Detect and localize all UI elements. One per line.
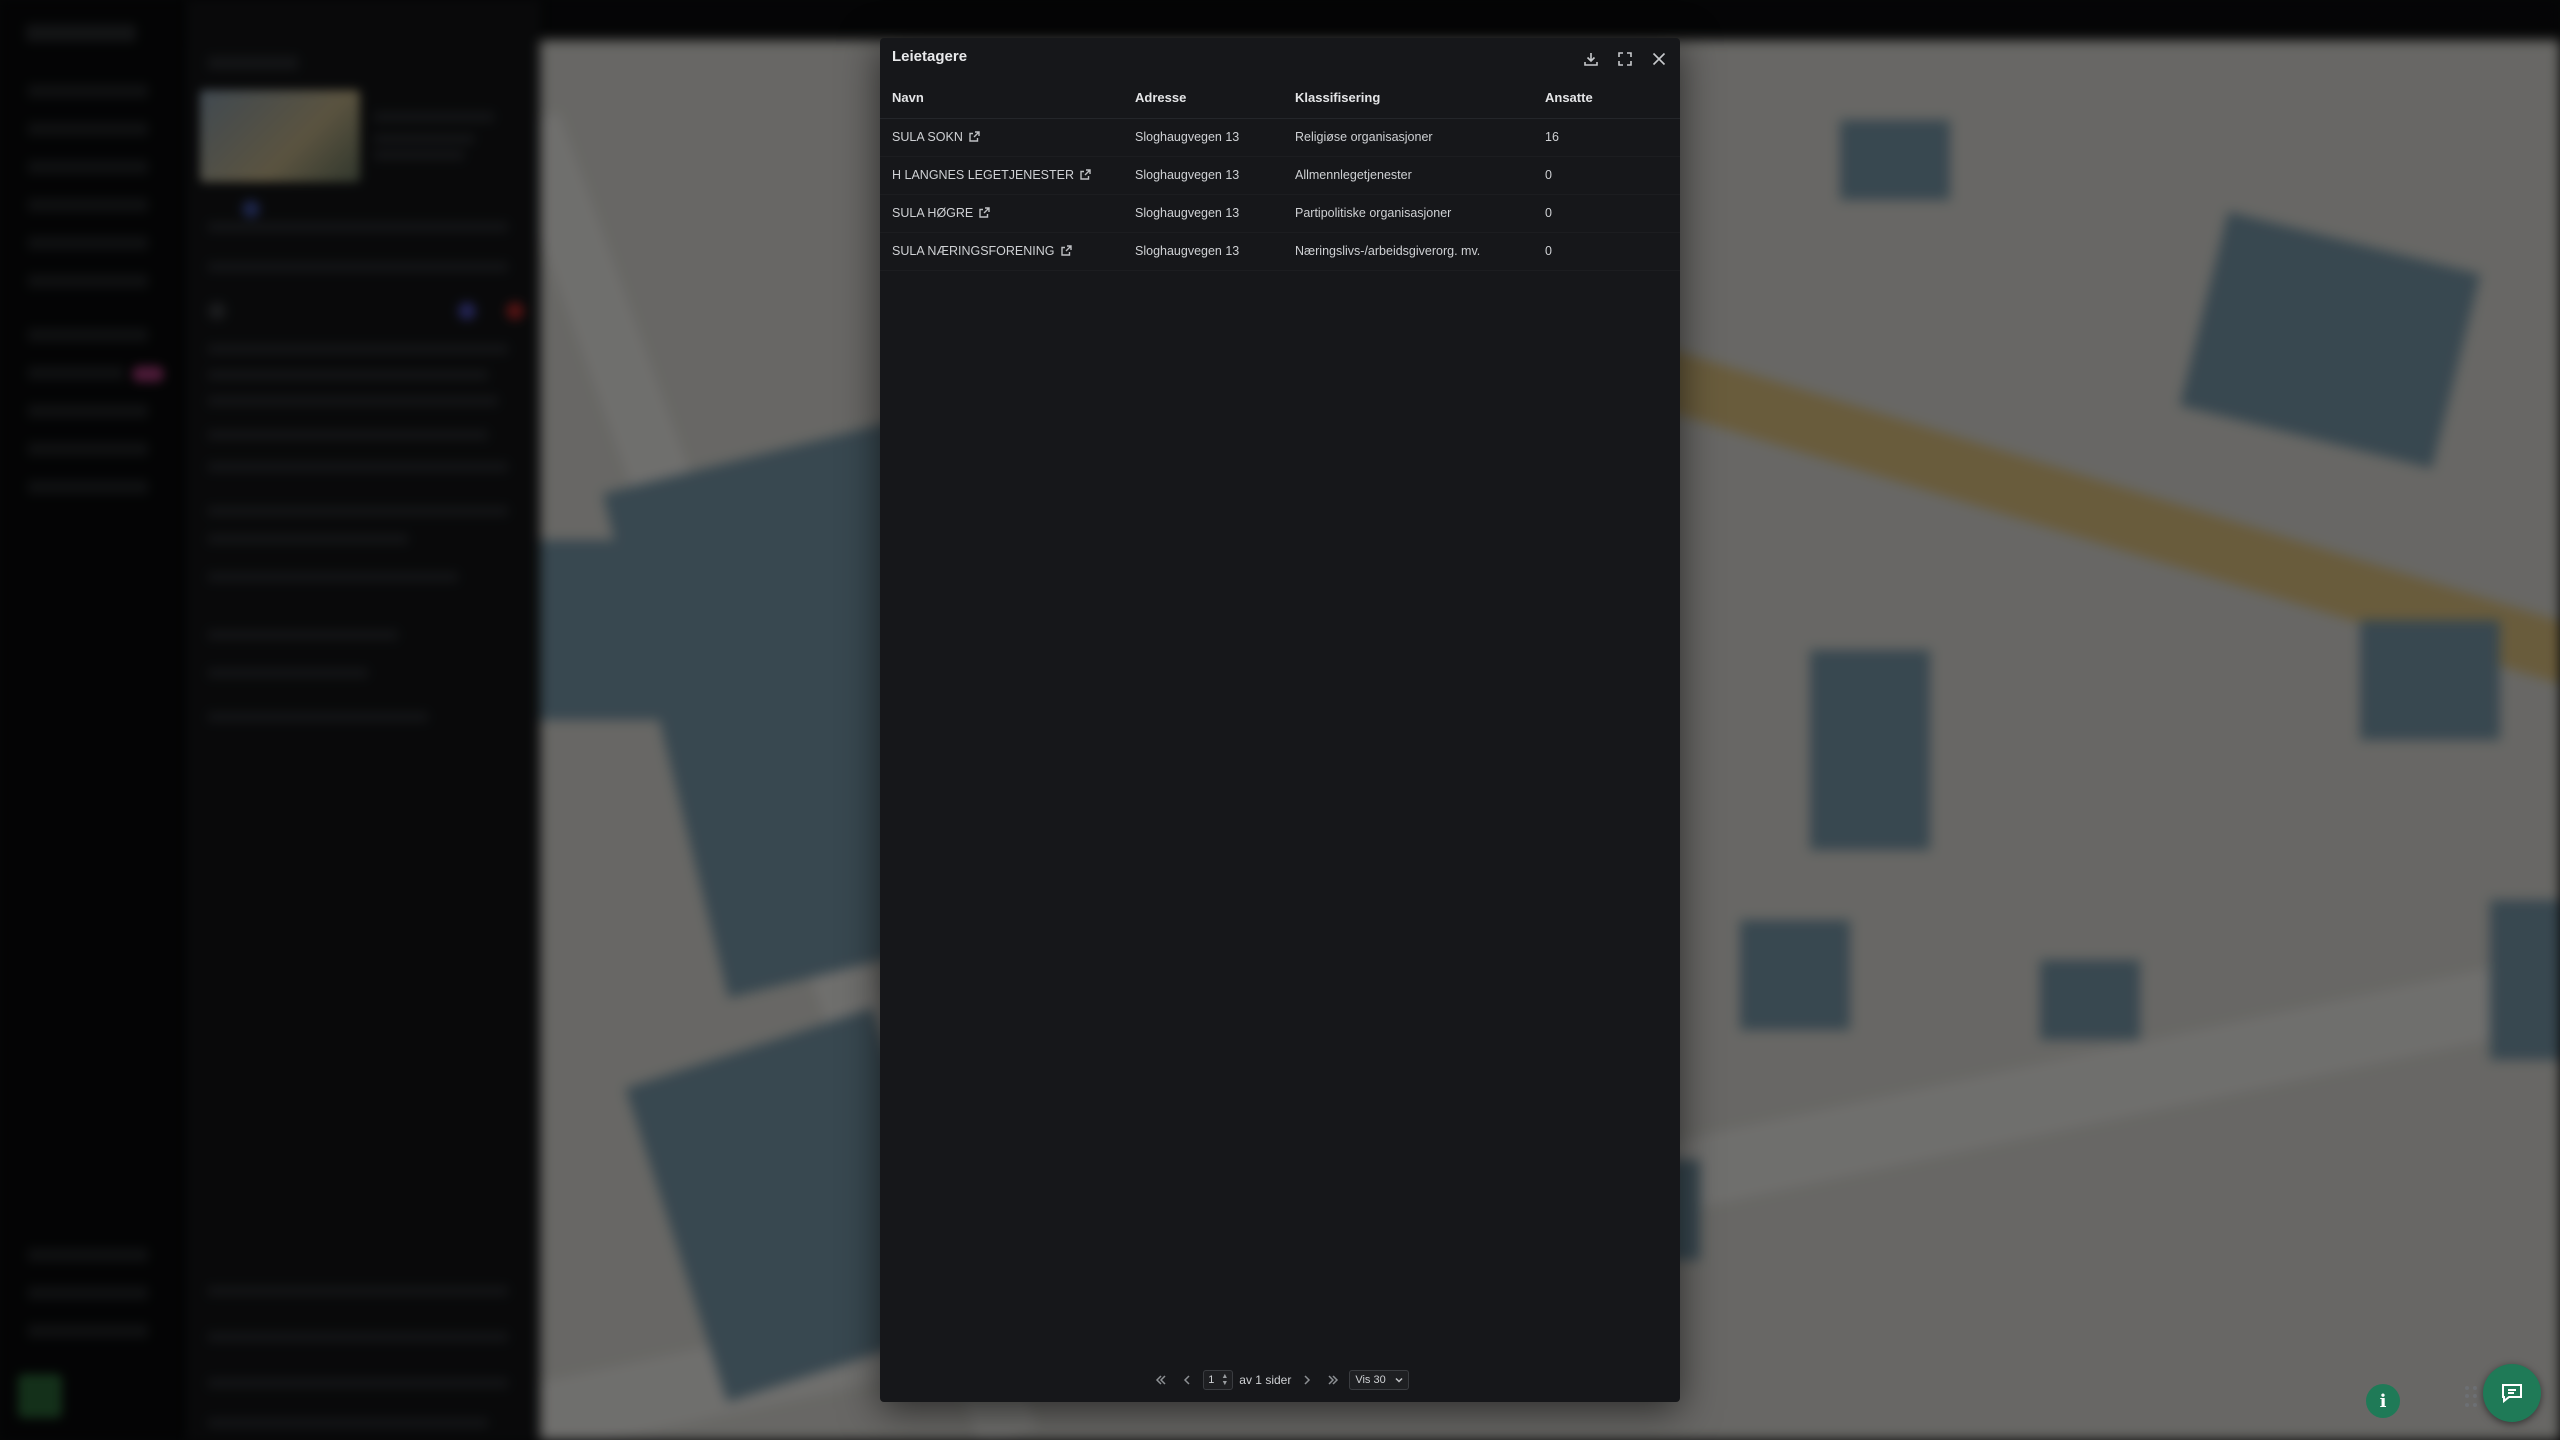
chevron-left-icon (1184, 1375, 1190, 1385)
tenant-employees: 0 (1533, 156, 1680, 195)
next-page-button[interactable] (1297, 1370, 1317, 1390)
modal-header: Leietagere (880, 38, 1680, 78)
modal-actions (1578, 46, 1672, 72)
tenant-name-cell: SULA NÆRINGSFORENING (880, 232, 1123, 271)
tenants-table: Navn Adresse Klassifisering Ansatte SULA… (880, 78, 1680, 271)
table-header-row: Navn Adresse Klassifisering Ansatte (880, 78, 1680, 119)
tenant-employees: 0 (1533, 194, 1680, 233)
close-button[interactable] (1646, 46, 1672, 72)
double-chevron-left-icon (1156, 1375, 1166, 1385)
page-number-input[interactable]: 1 ▲ ▼ (1203, 1370, 1234, 1390)
external-link-icon[interactable] (1080, 168, 1091, 183)
external-link-icon[interactable] (979, 206, 990, 221)
download-icon (1584, 53, 1598, 66)
table-row: SULA HØGRE Sloghaugvegen 13 Partipolitis… (880, 194, 1680, 233)
tenant-address: Sloghaugvegen 13 (1123, 118, 1283, 157)
tenant-name-link[interactable]: SULA NÆRINGSFORENING (892, 244, 1055, 258)
tenant-name-link[interactable]: H LANGNES LEGETJENESTER (892, 168, 1074, 182)
modal-title: Leietagere (892, 48, 968, 65)
page-size-select[interactable]: Vis 30 (1349, 1370, 1409, 1390)
tenant-address: Sloghaugvegen 13 (1123, 156, 1283, 195)
tenants-modal: Leietagere Navn Adresse Klassifisering A… (880, 38, 1680, 1402)
external-link-icon[interactable] (1060, 244, 1072, 259)
tenant-classification: Religiøse organisasjoner (1283, 118, 1533, 157)
tenant-name-link[interactable]: SULA SOKN (892, 130, 963, 144)
first-page-button[interactable] (1151, 1370, 1171, 1390)
tenant-name-cell: SULA SOKN (880, 118, 1123, 157)
drag-handle-icon[interactable] (2465, 1386, 2479, 1408)
tenant-name-cell: H LANGNES LEGETJENESTER (880, 156, 1123, 195)
tenant-classification: Allmennlegetjenester (1283, 156, 1533, 195)
tenant-address: Sloghaugvegen 13 (1123, 194, 1283, 233)
chat-icon (2502, 1384, 2522, 1404)
external-link-icon[interactable] (969, 130, 980, 145)
previous-page-button[interactable] (1177, 1370, 1197, 1390)
tenant-employees: 0 (1533, 232, 1680, 271)
table-row: SULA NÆRINGSFORENING Sloghaugvegen 13 Næ… (880, 232, 1680, 271)
expand-icon (1618, 52, 1632, 66)
info-button[interactable]: i (2366, 1384, 2400, 1418)
pagination: 1 ▲ ▼ av 1 sider Vis 30 (880, 1370, 1680, 1390)
close-icon (1652, 52, 1666, 66)
page-stepper-icon[interactable]: ▲ ▼ (1221, 1373, 1228, 1387)
tenant-name-link[interactable]: SULA HØGRE (892, 206, 973, 220)
column-header-classification[interactable]: Klassifisering (1283, 78, 1533, 119)
chat-button[interactable] (2483, 1364, 2541, 1422)
double-chevron-right-icon (1328, 1375, 1339, 1385)
tenant-classification: Partipolitiske organisasjoner (1283, 194, 1533, 233)
tenant-employees: 16 (1533, 118, 1680, 157)
last-page-button[interactable] (1323, 1370, 1343, 1390)
column-header-address[interactable]: Adresse (1123, 78, 1283, 119)
expand-button[interactable] (1612, 46, 1638, 72)
page-number-value: 1 (1208, 1374, 1215, 1386)
column-header-name[interactable]: Navn (880, 78, 1123, 119)
table-row: SULA SOKN Sloghaugvegen 13 Religiøse org… (880, 118, 1680, 157)
column-header-employees[interactable]: Ansatte (1533, 78, 1680, 119)
table-row: H LANGNES LEGETJENESTER Sloghaugvegen 13… (880, 156, 1680, 195)
tenant-classification: Næringslivs-/arbeidsgiverorg. mv. (1283, 232, 1533, 271)
chevron-right-icon (1304, 1375, 1311, 1385)
page-count-label: av 1 sider (1239, 1373, 1292, 1387)
page-size-value: Vis 30 (1355, 1374, 1386, 1386)
download-button[interactable] (1578, 46, 1604, 72)
tenant-name-cell: SULA HØGRE (880, 194, 1123, 233)
tenant-address: Sloghaugvegen 13 (1123, 232, 1283, 271)
chevron-down-icon (1395, 1377, 1403, 1383)
